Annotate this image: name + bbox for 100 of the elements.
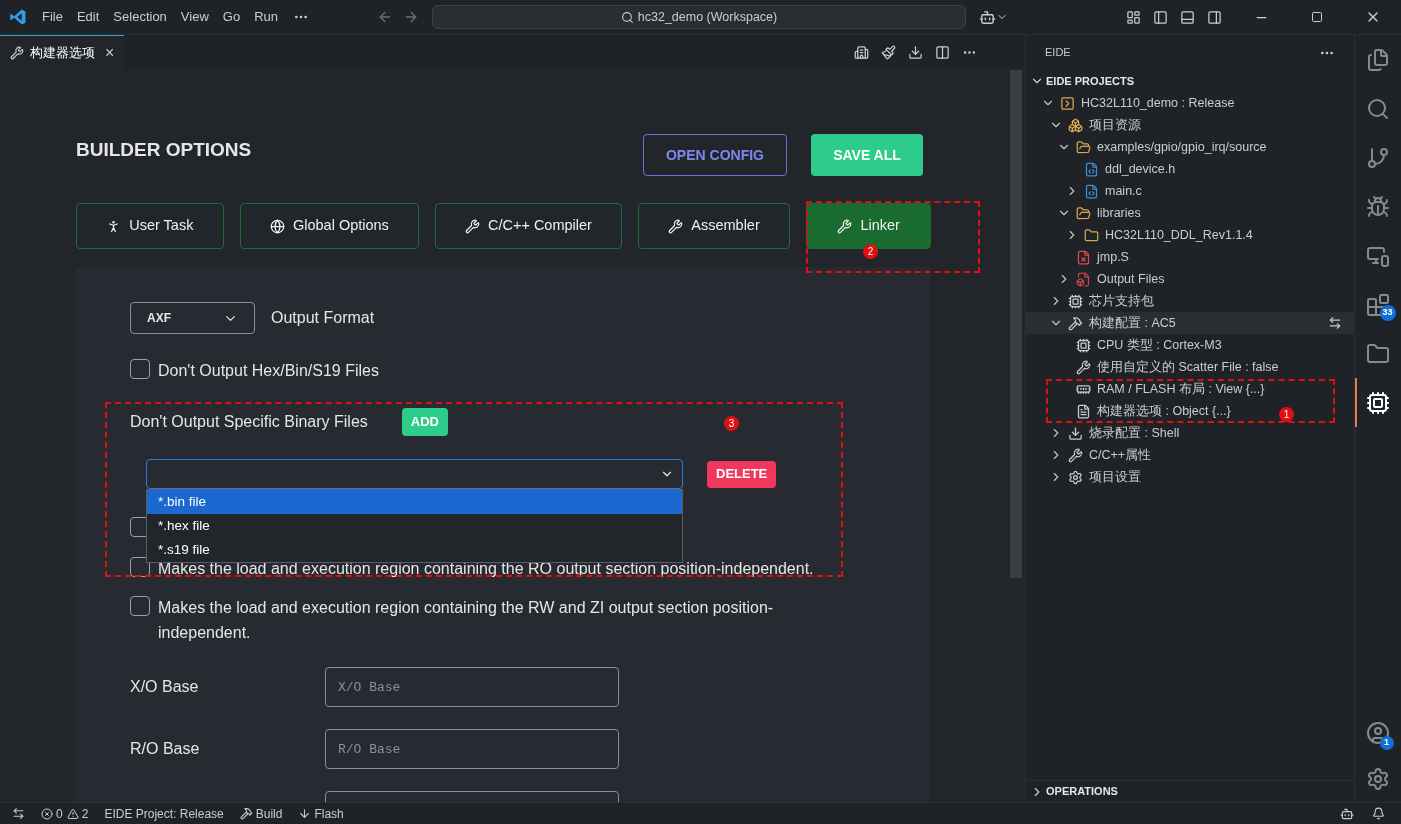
- folder-icon[interactable]: [1366, 341, 1390, 366]
- tree-item[interactable]: HC32L110_demo : Release: [1026, 92, 1247, 114]
- swap-icon[interactable]: [1328, 316, 1342, 330]
- option-tab[interactable]: Assembler: [637, 203, 791, 249]
- layout-icon[interactable]: [1126, 9, 1141, 25]
- chip-icon: [1068, 293, 1083, 309]
- tree-item[interactable]: libraries: [1026, 202, 1153, 224]
- scrollbar-thumb[interactable]: [1010, 70, 1022, 578]
- settings-icon[interactable]: [1366, 767, 1390, 791]
- panel-right-icon[interactable]: [1207, 9, 1222, 25]
- tree-item-label: RAM / FLASH 布局 : View {...}: [1097, 380, 1265, 398]
- checkbox[interactable]: [130, 596, 150, 616]
- remote-icon[interactable]: [12, 807, 25, 820]
- tree-item[interactable]: 芯片支持包: [1026, 290, 1166, 312]
- folder-icon: [1076, 139, 1091, 155]
- panel-left-icon[interactable]: [1153, 9, 1168, 25]
- tools-icon[interactable]: [239, 807, 253, 820]
- chip-icon[interactable]: [1366, 390, 1390, 415]
- tree-item[interactable]: 构建器选项 : Object {...}: [1026, 400, 1243, 422]
- delete-button[interactable]: DELETE: [707, 460, 777, 488]
- option-tab[interactable]: Global Options: [239, 203, 420, 249]
- tree-item[interactable]: C/C++属性: [1026, 444, 1164, 466]
- tree-item[interactable]: ddl_device.h: [1026, 158, 1188, 180]
- field-label: R/O Base: [130, 739, 201, 759]
- error-icon[interactable]: [41, 807, 53, 820]
- format-select[interactable]: AXF: [130, 302, 255, 334]
- forward-icon[interactable]: [403, 9, 419, 25]
- tree-item-label: Output Files: [1097, 270, 1165, 288]
- back-icon[interactable]: [377, 9, 393, 25]
- warning-count[interactable]: 2: [81, 804, 89, 823]
- dropdown-option[interactable]: *.bin file: [147, 490, 682, 514]
- tree-item-label: ddl_device.h: [1105, 160, 1176, 178]
- split-editor-icon[interactable]: [935, 45, 950, 60]
- bell-icon[interactable]: [1372, 807, 1385, 820]
- option-tab[interactable]: User Task: [76, 203, 224, 249]
- checkbox[interactable]: [130, 557, 150, 577]
- tree-item-label: C/C++属性: [1089, 446, 1152, 464]
- account-icon[interactable]: [1366, 721, 1390, 745]
- active-indicator: [1354, 378, 1357, 427]
- warning-icon[interactable]: [66, 807, 79, 820]
- copilot-icon[interactable]: [1340, 806, 1354, 821]
- menu-item[interactable]: Run: [247, 7, 285, 27]
- tree-item[interactable]: 烧录配置 : Shell: [1026, 422, 1192, 444]
- input-field[interactable]: R/O Base: [325, 729, 619, 769]
- source-icon: [1068, 117, 1083, 133]
- project-status[interactable]: EIDE Project: Release: [104, 804, 224, 823]
- build-status[interactable]: Build: [255, 804, 283, 823]
- tree-item[interactable]: RAM / FLASH 布局 : View {...}: [1026, 378, 1277, 400]
- wrench-icon: [1068, 447, 1083, 463]
- tree-item-label: 构建器选项 : Object {...}: [1097, 402, 1231, 420]
- brush-icon[interactable]: [881, 45, 896, 60]
- tree-item-label: HC32L110_DDL_Rev1.1.4: [1105, 226, 1253, 244]
- tree-item[interactable]: jmp.S: [1026, 246, 1141, 268]
- flash-status[interactable]: Flash: [314, 804, 344, 823]
- building-icon[interactable]: [854, 45, 869, 60]
- tree-item-label: libraries: [1097, 204, 1141, 222]
- tree-item-label: 项目设置: [1089, 468, 1141, 486]
- menu-item[interactable]: View: [173, 7, 216, 27]
- menu-item[interactable]: File: [35, 7, 70, 27]
- page-title: BUILDER OPTIONS: [76, 138, 252, 162]
- copilot-icon[interactable]: [979, 8, 996, 26]
- error-count[interactable]: 0: [56, 804, 63, 823]
- chip-icon: [1076, 337, 1091, 353]
- tree-item[interactable]: 项目资源: [1026, 114, 1153, 136]
- file-type-select[interactable]: [146, 459, 683, 489]
- source-control-icon[interactable]: [1366, 145, 1390, 170]
- arrow-down-icon[interactable]: [298, 807, 312, 820]
- tree-item[interactable]: HC32L110_DDL_Rev1.1.4: [1026, 224, 1265, 246]
- dropdown-option[interactable]: *.s19 file: [147, 538, 682, 562]
- tree-item[interactable]: 项目设置: [1026, 466, 1153, 488]
- input-field[interactable]: X/O Base: [325, 667, 619, 707]
- header-icon: [1084, 161, 1099, 177]
- section-header[interactable]: EIDE PROJECTS: [1026, 70, 1354, 92]
- option-tab[interactable]: C/C++ Compiler: [435, 203, 622, 249]
- wrench-icon: [10, 46, 24, 60]
- menu-item[interactable]: Go: [215, 7, 248, 27]
- extensions-icon[interactable]: [1366, 292, 1390, 317]
- globe-icon: [269, 218, 285, 234]
- tree-item[interactable]: Output Files: [1026, 268, 1177, 290]
- tree-item[interactable]: 构建配置 : AC5: [1026, 312, 1354, 334]
- menu-item[interactable]: Selection: [106, 7, 174, 27]
- maximize-icon[interactable]: [1311, 11, 1323, 23]
- tree-item[interactable]: CPU 类型 : Cortex-M3: [1026, 334, 1234, 356]
- search-icon[interactable]: [1366, 96, 1390, 121]
- checkbox[interactable]: [130, 359, 150, 379]
- command-search-field[interactable]: hc32_demo (Workspace): [432, 5, 966, 29]
- dropdown-option[interactable]: *.hex file: [147, 514, 682, 538]
- close-tab-button[interactable]: ×: [105, 45, 115, 61]
- panel-bottom-icon[interactable]: [1180, 9, 1195, 25]
- download-icon[interactable]: [908, 45, 923, 60]
- run-debug-icon[interactable]: [1366, 194, 1390, 219]
- cfile-icon: [1084, 183, 1099, 199]
- tools-icon: [464, 218, 480, 234]
- tree-item[interactable]: examples/gpio/gpio_irq/source: [1026, 136, 1279, 158]
- tree-item[interactable]: main.c: [1026, 180, 1154, 202]
- menu-item[interactable]: Edit: [69, 7, 107, 27]
- tree-item-label: CPU 类型 : Cortex-M3: [1097, 336, 1222, 354]
- files-icon[interactable]: [1366, 47, 1390, 72]
- tree-item[interactable]: 使用自定义的 Scatter File : false: [1026, 356, 1291, 378]
- open-config-button[interactable]: OPEN CONFIG: [643, 134, 787, 176]
